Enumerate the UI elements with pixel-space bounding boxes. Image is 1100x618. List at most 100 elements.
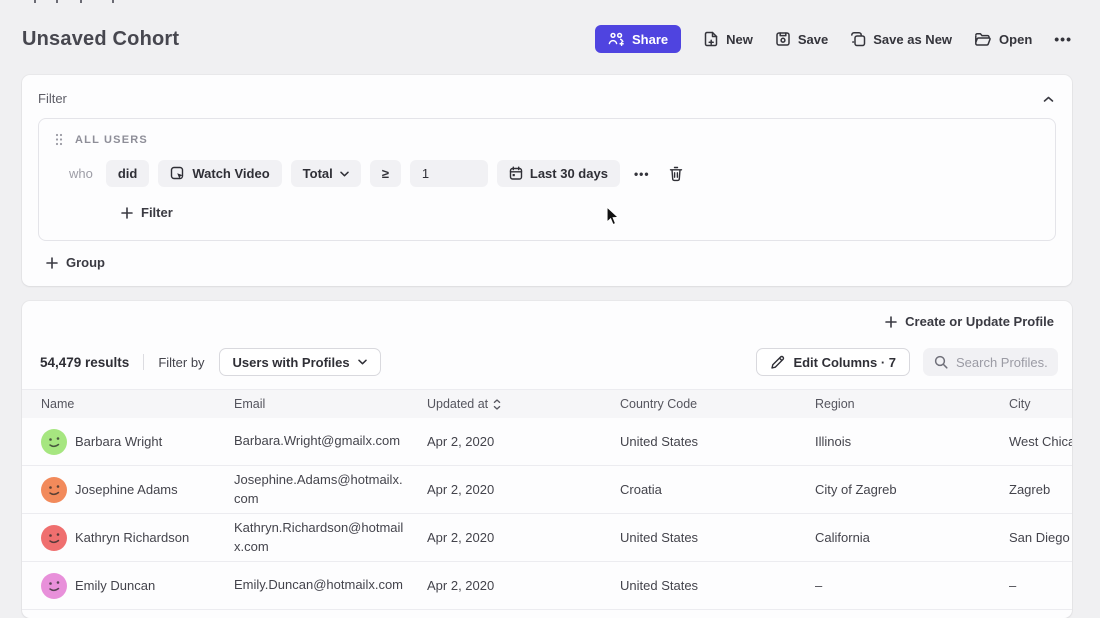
column-header-label: City [1009, 397, 1031, 411]
column-header-region[interactable]: Region [815, 397, 1009, 411]
city-cell: San Diego [1009, 530, 1072, 545]
profile-row[interactable]: Josephine AdamsJosephine.Adams@hotmailx.… [22, 466, 1072, 514]
header-band: Unsaved Cohort Share [22, 0, 1072, 62]
create-or-update-profile-label: Create or Update Profile [905, 314, 1054, 329]
results-card: Create or Update Profile 54,479 results … [22, 301, 1072, 618]
profile-name: Kathryn Richardson [75, 530, 189, 545]
region-cell: – [815, 578, 1009, 593]
profile-row[interactable]: Barbara WrightBarbara.Wright@gmailx.comA… [22, 418, 1072, 466]
cohort-group-box: ALL USERS who did Watch Video [38, 118, 1056, 241]
who-label: who [69, 166, 93, 181]
plus-icon [46, 257, 58, 269]
aggregation-label: Total [303, 166, 333, 181]
clipped-breadcrumb-artifact [0, 0, 200, 4]
condition-more-label: ••• [634, 167, 650, 181]
table-header-row: NameEmailUpdated at Country CodeRegion Cit… [22, 390, 1072, 418]
operator-selector[interactable]: ≥ [370, 160, 401, 187]
country-code-cell: United States [620, 434, 815, 449]
page-title: Unsaved Cohort [22, 28, 179, 51]
results-count: 54,479 results [40, 355, 129, 370]
collapse-chevron-icon[interactable] [1041, 89, 1056, 108]
region-cell: Illinois [815, 434, 1009, 449]
save-button[interactable]: Save [775, 31, 828, 47]
email-cell: Emily.Duncan@hotmailx.com [234, 576, 427, 595]
search-profiles-input[interactable] [956, 355, 1047, 370]
did-selector[interactable]: did [106, 160, 150, 187]
plus-icon [885, 316, 897, 328]
group-title: ALL USERS [75, 134, 148, 146]
save-as-new-button[interactable]: Save as New [850, 31, 952, 47]
add-filter-label: Filter [141, 205, 173, 220]
city-cell: Zagreb [1009, 482, 1072, 497]
updated-at-cell: Apr 2, 2020 [427, 482, 620, 497]
column-header-updated-at[interactable]: Updated at [427, 397, 620, 411]
profile-filter-label: Users with Profiles [233, 355, 350, 370]
column-header-city[interactable]: City [1009, 397, 1072, 411]
results-toolbar: 54,479 results Filter by Users with Prof… [22, 348, 1072, 376]
share-users-icon [608, 32, 625, 46]
condition-more-button[interactable]: ••• [629, 164, 655, 184]
city-cell: West Chicago [1009, 434, 1072, 449]
profile-name: Barbara Wright [75, 434, 162, 449]
add-filter-button[interactable]: Filter [121, 205, 173, 220]
calendar-icon [509, 166, 523, 181]
name-cell: Barbara Wright [22, 429, 234, 455]
new-document-icon [703, 31, 719, 48]
new-button-label: New [726, 32, 753, 47]
profile-row[interactable]: Emily DuncanEmily.Duncan@hotmailx.comApr… [22, 562, 1072, 610]
aggregation-selector[interactable]: Total [291, 160, 361, 187]
event-selector[interactable]: Watch Video [158, 160, 281, 187]
profile-name: Josephine Adams [75, 482, 178, 497]
event-label: Watch Video [192, 166, 269, 181]
chevron-down-icon [358, 359, 367, 365]
column-header-email[interactable]: Email [234, 395, 427, 413]
share-button[interactable]: Share [595, 25, 681, 53]
edit-columns-button[interactable]: Edit Columns · 7 [756, 348, 910, 376]
date-range-selector[interactable]: Last 30 days [497, 160, 620, 187]
chevron-down-icon [340, 171, 349, 177]
new-button[interactable]: New [703, 31, 753, 48]
country-code-cell: United States [620, 530, 815, 545]
country-code-cell: United States [620, 578, 815, 593]
save-button-label: Save [798, 32, 828, 47]
sort-icon [493, 399, 501, 410]
edit-columns-label: Edit Columns · 7 [793, 355, 896, 370]
delete-condition-button[interactable] [664, 163, 688, 185]
updated-at-cell: Apr 2, 2020 [427, 434, 620, 449]
add-group-button[interactable]: Group [46, 255, 105, 270]
top-toolbar: Share New Save [595, 25, 1072, 53]
date-range-label: Last 30 days [530, 166, 608, 181]
pencil-icon [770, 355, 785, 370]
share-button-label: Share [632, 32, 668, 47]
column-header-country-code[interactable]: Country Code [620, 397, 815, 411]
avatar [41, 429, 67, 455]
avatar [41, 477, 67, 503]
email-cell: Kathryn.Richardson@hotmailx.com [234, 519, 427, 557]
filter-condition-row: who did Watch Video Total [55, 160, 1039, 187]
city-cell: – [1009, 578, 1072, 593]
value-input[interactable] [410, 160, 488, 187]
column-header-label: Updated at [427, 397, 488, 411]
column-header-name[interactable]: Name [22, 397, 234, 411]
name-cell: Josephine Adams [22, 477, 234, 503]
column-header-label: Region [815, 397, 855, 411]
save-icon [775, 31, 791, 47]
updated-at-cell: Apr 2, 2020 [427, 530, 620, 545]
more-options-button[interactable]: ••• [1054, 31, 1072, 47]
profile-filter-dropdown[interactable]: Users with Profiles [219, 348, 381, 376]
filter-card: Filter ALL USERS who did [22, 75, 1072, 286]
operator-label: ≥ [382, 166, 389, 181]
drag-handle-icon[interactable] [55, 133, 63, 146]
country-code-cell: Croatia [620, 482, 815, 497]
avatar [41, 525, 67, 551]
open-button[interactable]: Open [974, 32, 1032, 47]
create-or-update-profile-button[interactable]: Create or Update Profile [885, 314, 1054, 329]
divider [143, 354, 144, 370]
save-as-new-button-label: Save as New [873, 32, 952, 47]
open-folder-icon [974, 32, 992, 47]
search-profiles-box[interactable] [923, 348, 1058, 376]
open-button-label: Open [999, 32, 1032, 47]
event-click-icon [170, 166, 185, 181]
filter-by-label: Filter by [158, 355, 204, 370]
profile-row[interactable]: Kathryn Richardson Kathryn.Richardson@hot… [22, 514, 1072, 562]
